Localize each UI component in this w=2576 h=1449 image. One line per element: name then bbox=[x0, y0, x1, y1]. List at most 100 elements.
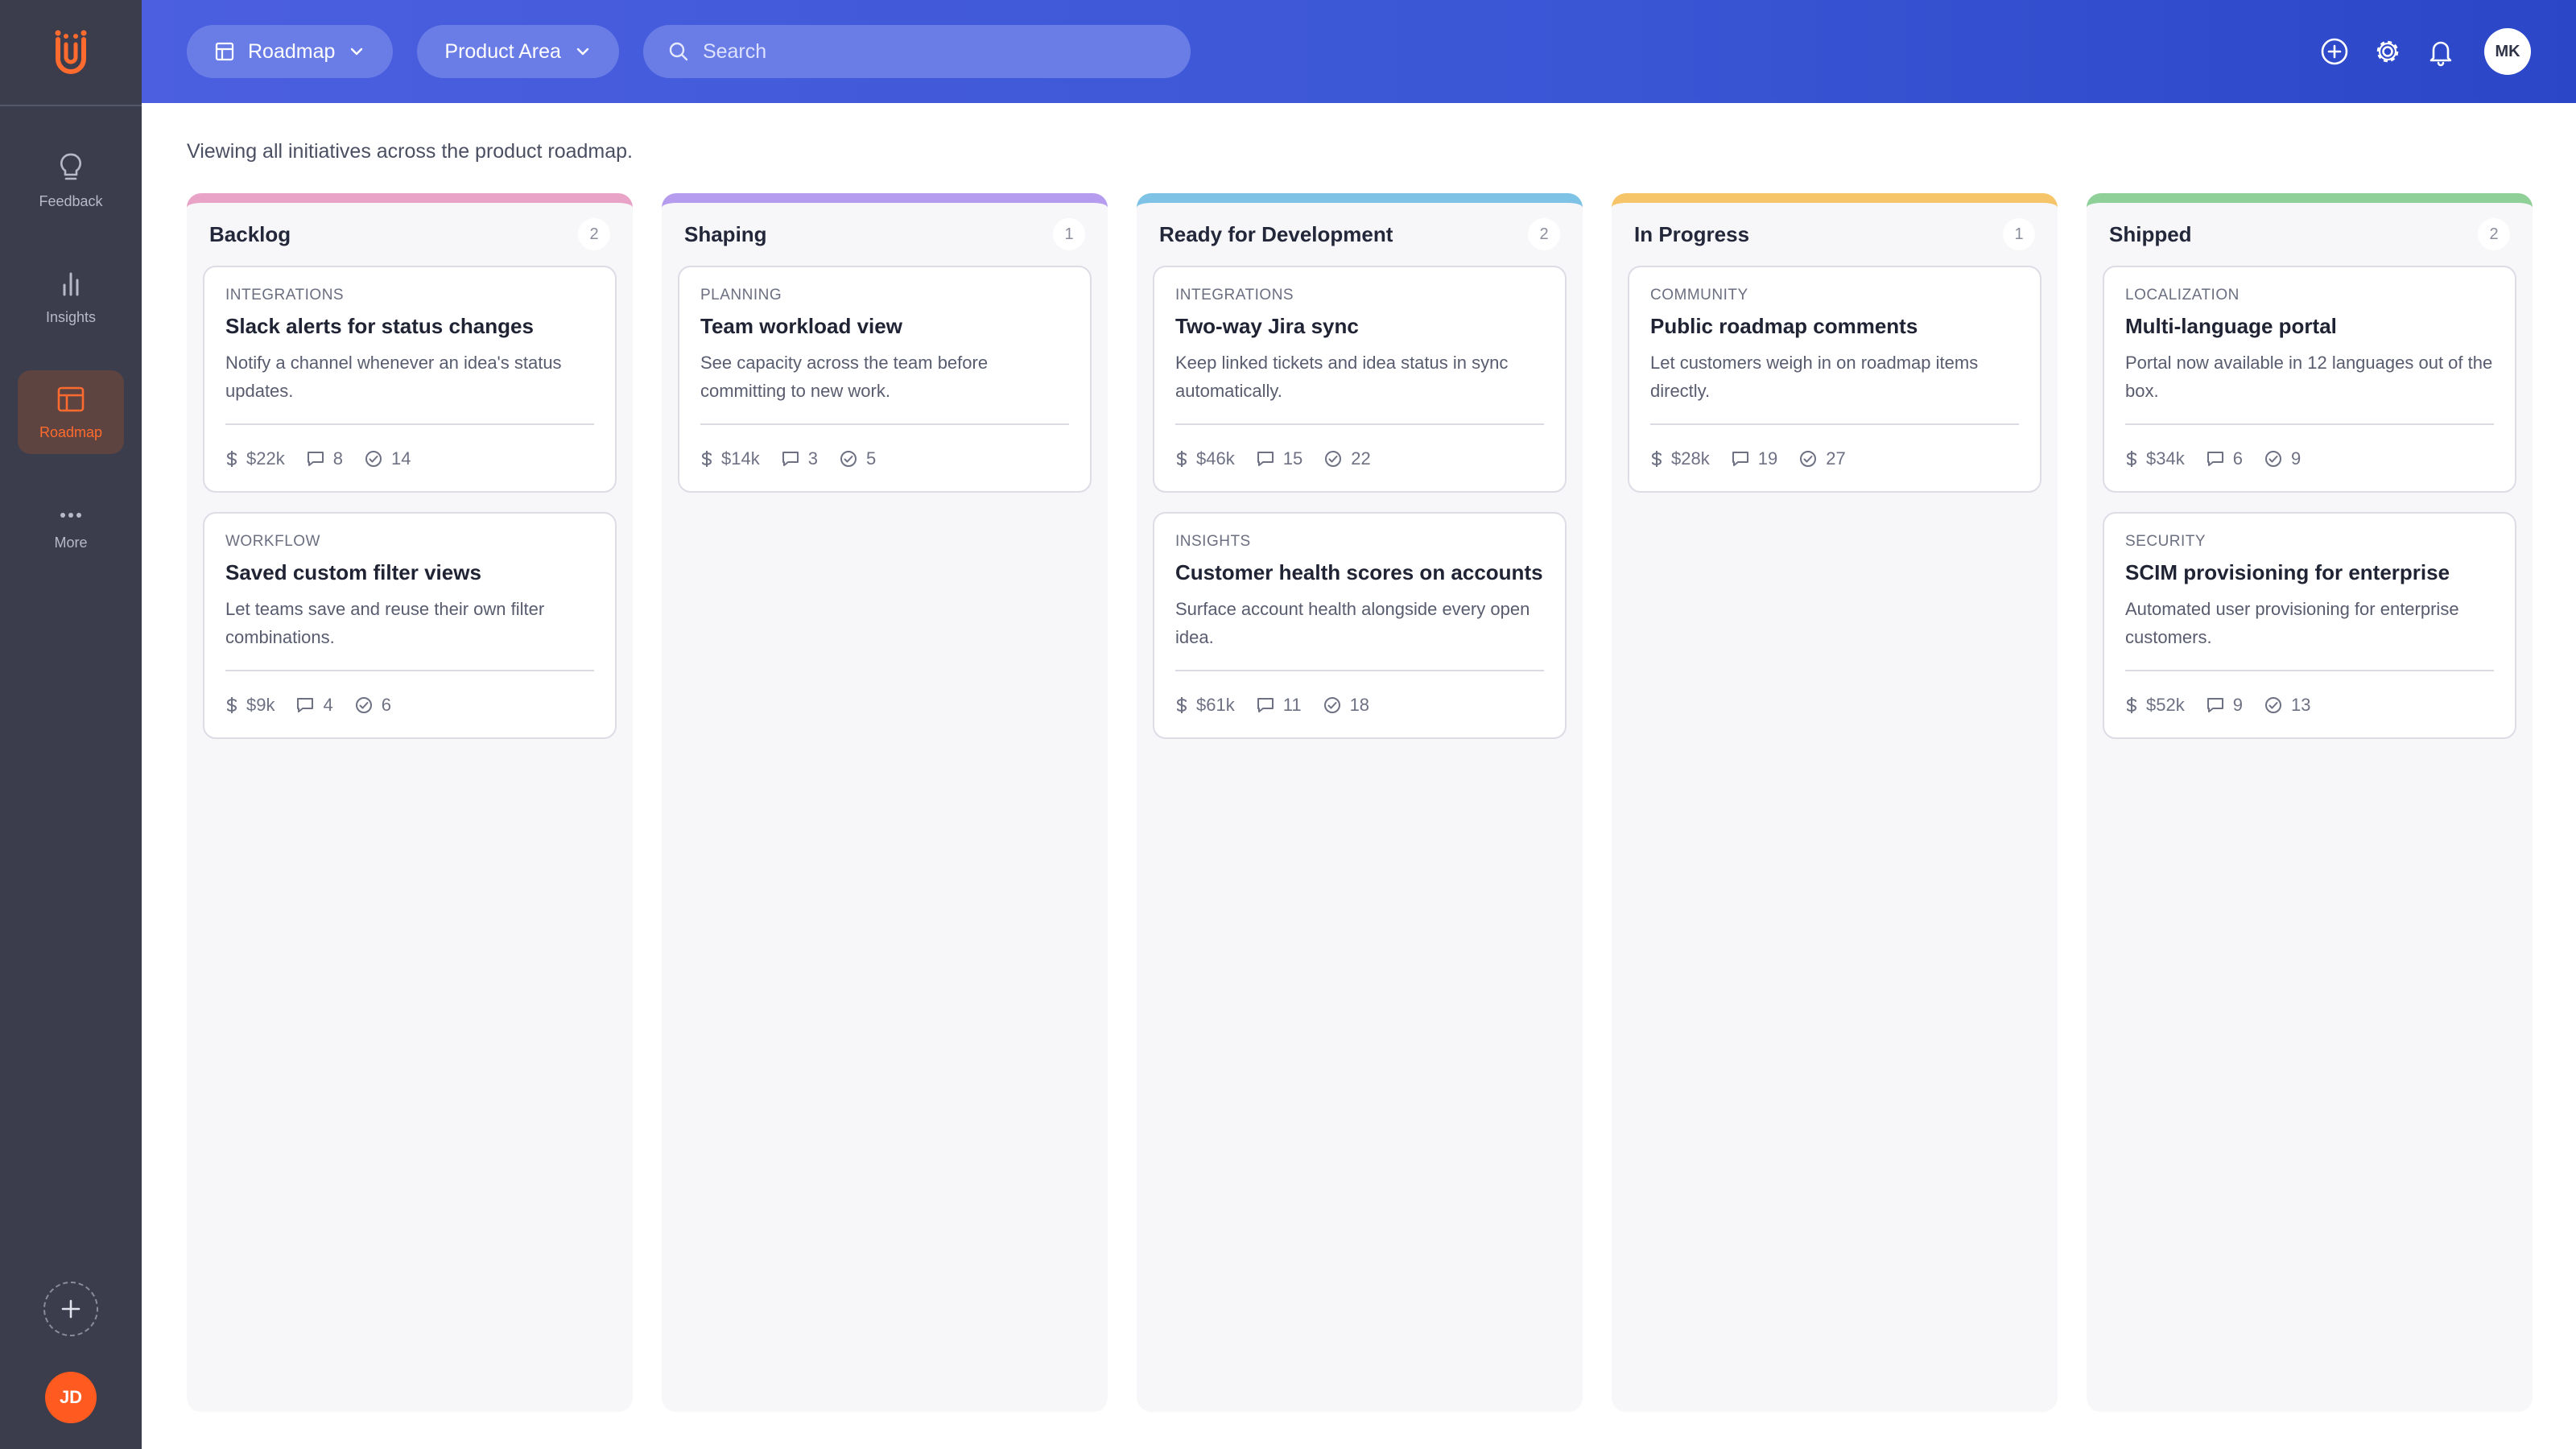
card-votes-count: 27 bbox=[1826, 448, 1846, 469]
card-title: Customer health scores on accounts bbox=[1175, 560, 1543, 584]
card-category: Integrations bbox=[225, 287, 345, 303]
roadmap-card[interactable]: Community Public roadmap comments Let cu… bbox=[1628, 266, 2041, 493]
card-comments: 11 bbox=[1256, 695, 1302, 716]
plus-icon bbox=[61, 1299, 80, 1319]
card-comments-count: 3 bbox=[807, 448, 818, 469]
card-divider bbox=[1650, 423, 2019, 425]
column-cards: Integrations Slack alerts for status cha… bbox=[187, 266, 633, 739]
card-value: $28k bbox=[1650, 448, 1710, 469]
create-button[interactable] bbox=[2318, 35, 2351, 68]
sidebar-bottom: JD bbox=[0, 1282, 142, 1423]
roadmap-card[interactable]: Workflow Saved custom filter views Let t… bbox=[203, 512, 617, 739]
card-title: Saved custom filter views bbox=[225, 560, 481, 584]
profile-avatar[interactable]: MK bbox=[2484, 28, 2531, 75]
card-divider bbox=[1175, 423, 1544, 425]
card-description: Surface account health alongside every o… bbox=[1175, 599, 1530, 647]
roadmap-card[interactable]: Insights Customer health scores on accou… bbox=[1153, 512, 1567, 739]
roadmap-card[interactable]: Security SCIM provisioning for enterpris… bbox=[2103, 512, 2516, 739]
card-value: $34k bbox=[2125, 448, 2185, 469]
view-selector-button[interactable]: Roadmap bbox=[187, 25, 394, 78]
card-comments-count: 4 bbox=[323, 695, 333, 715]
card-comments: 9 bbox=[2206, 695, 2243, 716]
card-divider bbox=[225, 423, 594, 425]
card-divider bbox=[700, 423, 1069, 425]
sidebar: Feedback Insights Roadmap More JD bbox=[0, 0, 142, 1449]
check-circle-icon bbox=[2264, 697, 2281, 713]
roadmap-card[interactable]: Planning Team workload view See capacity… bbox=[678, 266, 1092, 493]
card-meta: $52k 9 13 bbox=[2125, 689, 2310, 721]
card-title: Multi-language portal bbox=[2125, 314, 2337, 338]
roadmap-icon bbox=[215, 42, 234, 61]
plus-circle-icon bbox=[2321, 38, 2348, 65]
dollar-icon bbox=[1651, 451, 1662, 467]
sidebar-item-more[interactable]: More bbox=[18, 486, 124, 570]
card-value-text: $34k bbox=[2146, 448, 2185, 469]
view-selector-label: Roadmap bbox=[248, 39, 336, 63]
dollar-icon bbox=[701, 451, 712, 467]
roadmap-card[interactable]: Integrations Two-way Jira sync Keep link… bbox=[1153, 266, 1567, 493]
card-category: Community bbox=[1650, 287, 1748, 303]
card-votes-count: 18 bbox=[1349, 695, 1370, 715]
board-column-ready-for-development: Ready for Development 2 Integrations Two… bbox=[1137, 193, 1583, 1412]
card-description: See capacity across the team before comm… bbox=[700, 353, 989, 401]
card-value-text: $52k bbox=[2146, 695, 2185, 715]
search-box[interactable] bbox=[642, 25, 1191, 78]
sidebar-item-roadmap[interactable]: Roadmap bbox=[18, 370, 124, 454]
card-divider bbox=[2125, 423, 2494, 425]
app-logo[interactable] bbox=[0, 0, 142, 106]
card-category: Localization bbox=[2125, 287, 2240, 303]
page-subtitle: Viewing all initiatives across the produ… bbox=[187, 140, 633, 163]
column-title: Shaping bbox=[684, 221, 767, 246]
sidebar-item-insights[interactable]: Insights bbox=[18, 254, 124, 338]
sidebar-item-feedback[interactable]: Feedback bbox=[18, 138, 124, 222]
card-value: $61k bbox=[1175, 695, 1235, 716]
comment-icon bbox=[297, 698, 314, 712]
main-content: Viewing all initiatives across the produ… bbox=[142, 103, 2576, 1449]
card-title: Public roadmap comments bbox=[1650, 314, 1918, 338]
check-circle-icon bbox=[1800, 451, 1817, 467]
comment-icon bbox=[1732, 452, 1748, 466]
card-value-text: $22k bbox=[246, 448, 285, 469]
column-cards: Planning Team workload view See capacity… bbox=[662, 266, 1108, 493]
card-description: Automated user provisioning for enterpri… bbox=[2125, 599, 2459, 647]
notifications-button[interactable] bbox=[2425, 35, 2457, 68]
card-category: Workflow bbox=[225, 533, 320, 550]
card-value-text: $14k bbox=[721, 448, 760, 469]
card-comments-count: 6 bbox=[2232, 448, 2243, 469]
card-comments: 19 bbox=[1731, 448, 1777, 469]
dollar-icon bbox=[1176, 451, 1187, 467]
roadmap-icon bbox=[57, 386, 85, 411]
card-meta: $22k 8 14 bbox=[225, 443, 411, 475]
card-votes: 9 bbox=[2264, 448, 2301, 469]
comment-icon bbox=[1257, 452, 1274, 466]
column-count-badge: 1 bbox=[1053, 218, 1085, 250]
product-area-filter-button[interactable]: Product Area bbox=[417, 25, 619, 78]
card-value-text: $61k bbox=[1196, 695, 1235, 715]
card-votes: 6 bbox=[354, 695, 391, 716]
current-user-avatar[interactable]: JD bbox=[45, 1372, 97, 1423]
settings-button[interactable] bbox=[2372, 35, 2404, 68]
column-count-badge: 2 bbox=[1528, 218, 1560, 250]
sidebar-item-label: Insights bbox=[45, 308, 97, 325]
roadmap-card[interactable]: Localization Multi-language portal Porta… bbox=[2103, 266, 2516, 493]
roadmap-card[interactable]: Integrations Slack alerts for status cha… bbox=[203, 266, 617, 493]
check-circle-icon bbox=[2264, 451, 2281, 467]
card-title: Slack alerts for status changes bbox=[225, 314, 534, 338]
card-meta: $9k 4 6 bbox=[225, 689, 391, 721]
bar-chart-icon bbox=[63, 272, 79, 295]
card-comments: 6 bbox=[2206, 448, 2243, 469]
roadmap-board: Backlog 2 Integrations Slack alerts for … bbox=[187, 193, 2533, 1412]
card-votes-count: 14 bbox=[390, 448, 411, 469]
chevron-down-icon bbox=[576, 47, 589, 56]
check-circle-icon bbox=[365, 451, 382, 467]
card-meta: $28k 19 27 bbox=[1650, 443, 1846, 475]
card-divider bbox=[2125, 670, 2494, 671]
column-cards: Community Public roadmap comments Let cu… bbox=[1612, 266, 2058, 493]
more-dots-icon bbox=[60, 512, 81, 518]
check-circle-icon bbox=[355, 697, 372, 713]
add-workspace-button[interactable] bbox=[43, 1282, 98, 1336]
search-input[interactable] bbox=[702, 39, 1154, 64]
card-votes: 27 bbox=[1798, 448, 1846, 469]
card-description: Let customers weigh in on roadmap items … bbox=[1650, 353, 1979, 401]
comment-icon bbox=[2207, 698, 2223, 712]
